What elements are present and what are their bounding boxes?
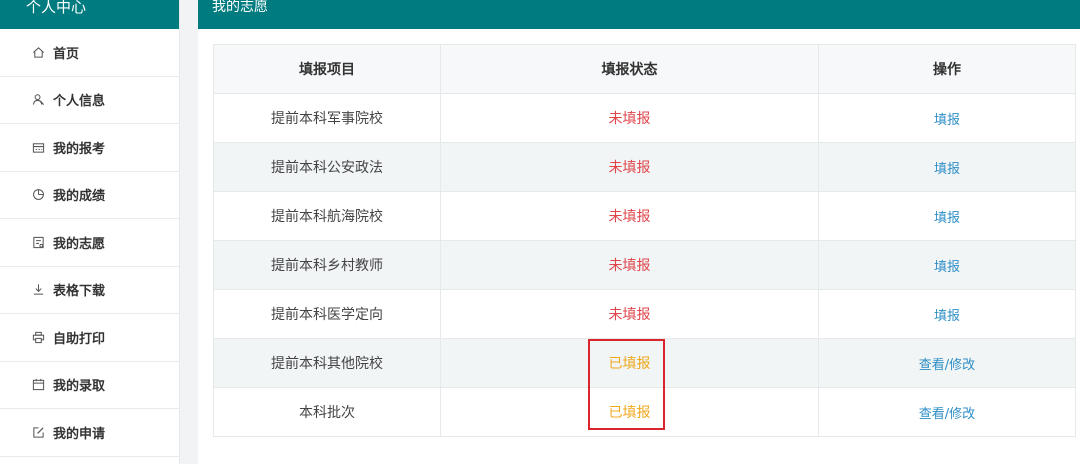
sidebar-item-applications[interactable]: 我的申请 <box>0 409 179 457</box>
preferences-table: 填报项目 填报状态 操作 提前本科军事院校 未填报 填报 提前本科公安政法 未填… <box>213 44 1076 437</box>
user-icon <box>32 94 44 106</box>
fill-link[interactable]: 填报 <box>934 260 960 275</box>
cell-action: 查看/修改 <box>818 338 1076 388</box>
calendar-icon <box>32 379 45 391</box>
page-title: 我的志愿 <box>198 0 1080 29</box>
edit-icon <box>33 427 44 438</box>
table-row: 本科批次 已填报 查看/修改 <box>213 387 1076 437</box>
sidebar-item-print[interactable]: 自助打印 <box>0 314 179 362</box>
cell-action: 填报 <box>818 289 1076 339</box>
cell-item: 提前本科公安政法 <box>213 142 441 192</box>
cell-item: 提前本科航海院校 <box>213 191 441 241</box>
table-row: 提前本科公安政法 未填报 填报 <box>213 142 1076 192</box>
table-row: 提前本科乡村教师 未填报 填报 <box>213 240 1076 290</box>
column-header-action: 操作 <box>818 44 1076 94</box>
fill-link[interactable]: 填报 <box>934 211 960 226</box>
sidebar-item-label: 我的录取 <box>53 379 106 395</box>
cell-status: 已填报 <box>440 338 819 388</box>
cell-action: 填报 <box>818 191 1076 241</box>
fill-link[interactable]: 填报 <box>934 113 960 128</box>
page-title-text: 我的志愿 <box>212 0 268 15</box>
cell-item: 提前本科其他院校 <box>213 338 441 388</box>
column-header-status: 填报状态 <box>440 44 819 94</box>
cell-item: 提前本科军事院校 <box>213 93 441 143</box>
cell-item: 提前本科乡村教师 <box>213 240 441 290</box>
table-header-row: 填报项目 填报状态 操作 <box>213 44 1076 94</box>
cell-status: 未填报 <box>440 240 819 290</box>
sidebar-item-label: 表格下载 <box>53 284 106 300</box>
cell-status: 未填报 <box>440 191 819 241</box>
cell-action: 填报 <box>818 93 1076 143</box>
sidebar-title-text: 个人中心 <box>26 0 87 16</box>
cell-item: 提前本科医学定向 <box>213 289 441 339</box>
pie-chart-icon <box>33 189 44 201</box>
sidebar-item-scores[interactable]: 我的成绩 <box>0 172 179 219</box>
main-panel: 我的志愿 填报项目 填报状态 操作 提前本科军事院校 未填报 填报 提前本科公安… <box>198 0 1080 464</box>
printer-icon <box>32 331 45 343</box>
sidebar-title: 个人中心 <box>0 0 179 29</box>
table-row: 提前本科军事院校 未填报 填报 <box>213 93 1076 143</box>
sidebar-item-profile[interactable]: 个人信息 <box>0 77 179 124</box>
document-icon <box>33 236 44 248</box>
cell-action: 填报 <box>818 240 1076 290</box>
sidebar-item-label: 我的申请 <box>53 426 106 442</box>
cell-item: 本科批次 <box>213 387 441 437</box>
cell-status: 未填报 <box>440 93 819 143</box>
sidebar-item-registration[interactable]: 我的报考 <box>0 124 179 172</box>
sidebar-item-preferences[interactable]: 我的志愿 <box>0 219 179 267</box>
view-edit-link[interactable]: 查看/修改 <box>919 358 975 373</box>
cell-action: 查看/修改 <box>818 387 1076 437</box>
sidebar: 个人中心 首页 个人信息 我的报考 我的成绩 我的志愿 表格下载 自助打印 我的… <box>0 0 180 464</box>
cell-status: 未填报 <box>440 142 819 192</box>
cell-status: 已填报 <box>440 387 819 437</box>
cell-action: 填报 <box>818 142 1076 192</box>
calendar-card-icon <box>32 143 45 153</box>
cell-status: 未填报 <box>440 289 819 339</box>
table-row: 提前本科其他院校 已填报 查看/修改 <box>213 338 1076 388</box>
home-icon <box>33 46 44 58</box>
sidebar-item-label: 自助打印 <box>53 331 106 347</box>
layout-gap <box>180 0 198 464</box>
sidebar-item-downloads[interactable]: 表格下载 <box>0 267 179 314</box>
download-icon <box>33 284 44 295</box>
view-edit-link[interactable]: 查看/修改 <box>919 407 975 422</box>
sidebar-item-admission[interactable]: 我的录取 <box>0 362 179 409</box>
sidebar-item-label: 我的成绩 <box>53 189 106 205</box>
sidebar-item-label: 个人信息 <box>53 94 106 110</box>
table-row: 提前本科医学定向 未填报 填报 <box>213 289 1076 339</box>
fill-link[interactable]: 填报 <box>934 162 960 177</box>
fill-link[interactable]: 填报 <box>934 309 960 324</box>
sidebar-item-label: 我的志愿 <box>53 236 106 252</box>
preferences-table-wrap: 填报项目 填报状态 操作 提前本科军事院校 未填报 填报 提前本科公安政法 未填… <box>213 44 1076 437</box>
sidebar-item-label: 我的报考 <box>53 141 106 157</box>
table-row: 提前本科航海院校 未填报 填报 <box>213 191 1076 241</box>
column-header-item: 填报项目 <box>213 44 441 94</box>
sidebar-item-home[interactable]: 首页 <box>0 29 179 77</box>
sidebar-item-label: 首页 <box>53 46 80 62</box>
